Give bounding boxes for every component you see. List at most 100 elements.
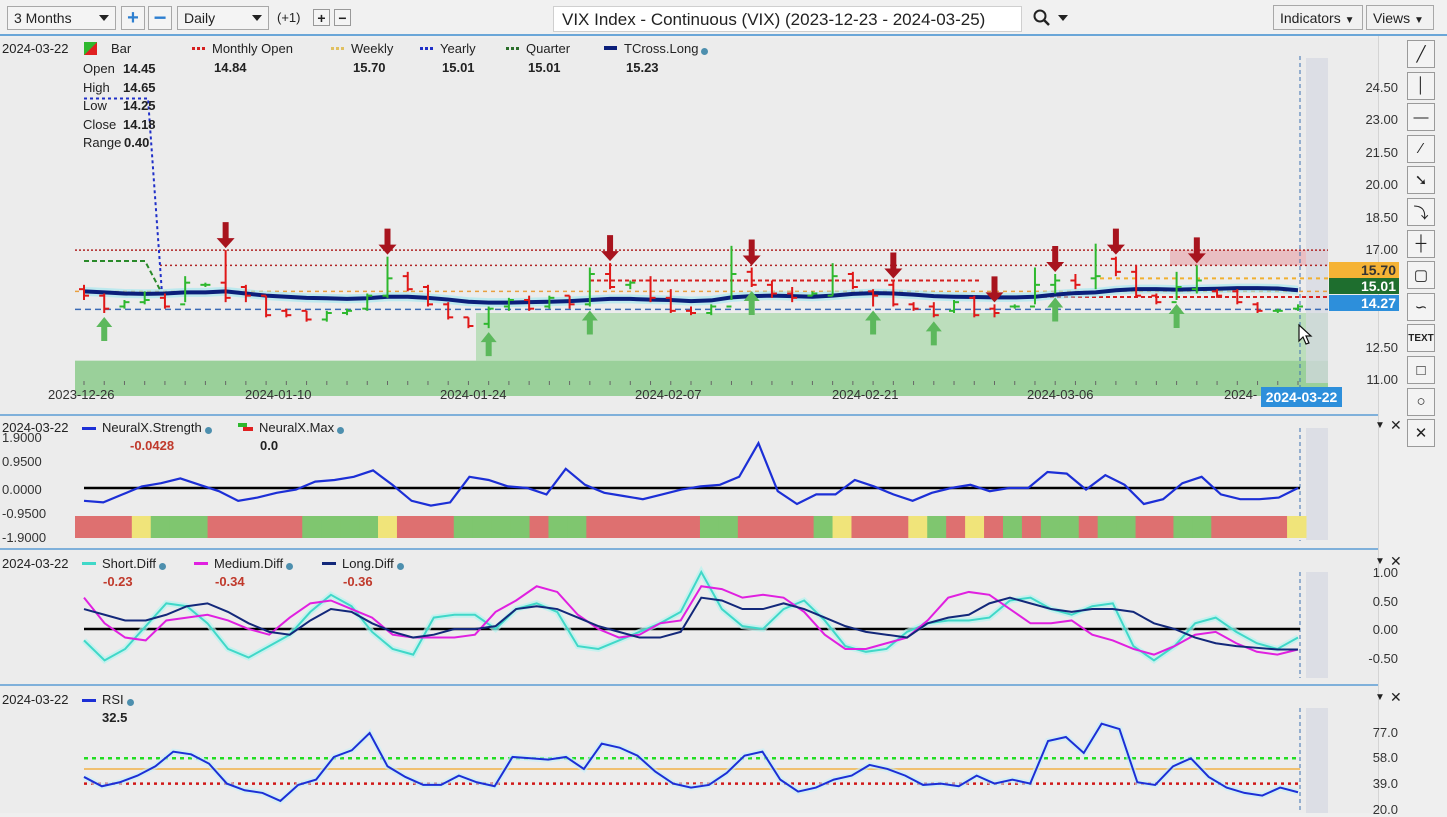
tool-rectangle-icon[interactable]: □ (1407, 356, 1435, 384)
neuralx-max-block (718, 516, 739, 538)
tool-close-icon[interactable]: ✕ (1407, 419, 1435, 448)
offset-label: (+1) (277, 10, 301, 25)
diff-chart[interactable] (0, 550, 1378, 684)
tool-ray-icon[interactable]: ⁄ (1407, 134, 1435, 163)
legend-value: 15.23 (626, 60, 659, 75)
bar-type-label: Bar (111, 41, 132, 56)
tool-step-icon[interactable]: ⤵ (1407, 198, 1435, 226)
sell-arrow-icon (378, 228, 397, 255)
pane-close-icon[interactable]: ✕ (1390, 689, 1402, 706)
tool-curve-icon[interactable]: ∽ (1407, 292, 1435, 321)
tool-horizontal-line-icon[interactable]: — (1407, 103, 1435, 132)
settings-dot-icon[interactable] (286, 563, 294, 570)
neuralx-max-block (131, 516, 152, 538)
date-axis-label: 2024-03-06 (1027, 387, 1094, 402)
future-column (1306, 572, 1328, 678)
range-select[interactable]: 3 Months (7, 6, 116, 30)
rsi-chart[interactable] (0, 686, 1378, 813)
legend-label: Quarter (526, 41, 571, 56)
neuralx-max-block (699, 516, 720, 538)
neural-axis-label: -1.9000 (2, 530, 47, 545)
zoom-in-button[interactable]: + (121, 6, 145, 30)
step-minus-button[interactable]: − (334, 9, 351, 26)
bar-type-icon (84, 42, 97, 55)
cursor-date-tag: 2024-03-22 (1261, 387, 1342, 407)
neuralx-max-block (1173, 516, 1193, 538)
neuralx-max-block (737, 516, 758, 538)
diff-axis-label: 0.00 (1372, 622, 1398, 637)
settings-dot-icon[interactable] (396, 563, 404, 570)
neuralx-max-block (1135, 516, 1155, 538)
neuralx-max-block (453, 516, 474, 538)
price-pane[interactable]: 2024-03-22 Bar Open 14.45 High 14.65 Low 14.2… (0, 38, 1399, 414)
neuralx-max-block (832, 516, 852, 538)
neural-axis-label: -0.9500 (2, 506, 47, 521)
neuralx-max-block (1211, 516, 1231, 538)
neuralx-max-block (1287, 516, 1307, 538)
tool-text-icon[interactable]: TEXT (1407, 324, 1435, 353)
pane-menu-icon[interactable]: ▼ (1375, 692, 1385, 703)
settings-dot-icon[interactable] (204, 427, 212, 434)
neuralx-max-block (1268, 516, 1288, 538)
dashed-line-icon (331, 47, 344, 50)
zoom-out-button[interactable]: − (148, 5, 172, 30)
settings-dot-icon[interactable] (126, 699, 134, 706)
ohlc-bar (605, 263, 616, 290)
ohlc-label: Close (83, 116, 117, 132)
settings-dot-icon[interactable] (701, 48, 709, 55)
ohlc-bar (321, 310, 332, 322)
step-plus-button[interactable]: + (313, 9, 330, 26)
rsi-pane[interactable]: 2024-03-22 RSI 32.5 77.0 58.0 39.0 20.0 ▼ ✕ (0, 686, 1402, 817)
rsi-axis-label: 58.0 (1372, 750, 1398, 765)
ohlc-value: 0.40 (124, 135, 150, 150)
ohlc-bar (1070, 274, 1081, 290)
interval-select[interactable]: Daily (177, 6, 269, 30)
ohlc-bar (1009, 304, 1020, 309)
indicators-button[interactable]: Indicators ▼ (1273, 5, 1363, 30)
search-options-chevron-icon[interactable] (1058, 15, 1068, 21)
tool-vertical-line-icon[interactable]: │ (1407, 71, 1435, 100)
ohlc-bar (1151, 293, 1162, 305)
series-line-icon (82, 562, 96, 565)
date-axis-label: 2023-12-26 (48, 387, 115, 402)
neuralx-max-block (340, 516, 360, 538)
legend-value: -0.36 (343, 574, 373, 589)
settings-dot-icon[interactable] (158, 563, 166, 570)
ohlc-bar (1252, 302, 1263, 313)
pane-menu-icon[interactable]: ▼ (1375, 556, 1385, 567)
legend-label: Medium.Diff (214, 556, 294, 571)
legend-label: Yearly (440, 41, 476, 56)
diff-pane[interactable]: 2024-03-22 Short.Diff -0.23 Medium.Diff -0.… (0, 550, 1402, 684)
neuralx-max-block (169, 516, 190, 538)
series-line-icon (194, 562, 208, 565)
toolbar: 3 Months + − Daily (+1) + − VIX Index - … (0, 0, 1447, 36)
chevron-down-icon: ▼ (1413, 15, 1424, 26)
ohlc-label: Open (83, 61, 115, 76)
price-chart[interactable] (0, 38, 1378, 414)
pane-menu-icon[interactable]: ▼ (1375, 420, 1385, 431)
future-column (1306, 428, 1328, 540)
tool-pitchfork-icon[interactable]: ➘ (1407, 166, 1435, 195)
pane-close-icon[interactable]: ✕ (1390, 417, 1402, 434)
tool-callout-icon[interactable]: ▢ (1407, 261, 1435, 290)
rsi-label: RSI (102, 692, 124, 707)
neuralx-max-block (965, 516, 985, 538)
settings-dot-icon[interactable] (337, 427, 345, 434)
ohlc-value: 14.25 (123, 98, 156, 113)
rsi-line-icon (82, 699, 96, 702)
pane-close-icon[interactable]: ✕ (1390, 553, 1402, 570)
ohlc-bar (949, 300, 960, 313)
symbol-title-input[interactable]: VIX Index - Continuous (VIX) (2023-12-23… (553, 6, 1022, 32)
legend-label: Weekly (351, 41, 394, 56)
tool-ellipse-icon[interactable]: ○ (1407, 387, 1435, 416)
neuralx-max-block (1249, 516, 1269, 538)
price-tag: 15.70 (1329, 262, 1399, 278)
tool-crosshair-icon[interactable]: ┼ (1407, 229, 1435, 258)
neuralx-max-block (472, 516, 493, 538)
views-button[interactable]: Views ▼ (1366, 5, 1434, 30)
neuralx-pane[interactable]: 2024-03-22 NeuralX.Strength -0.0428 Neur… (0, 416, 1402, 548)
neuralx-chart[interactable] (0, 416, 1378, 548)
search-icon[interactable] (1032, 8, 1054, 28)
tool-trend-line-icon[interactable]: ╱ (1407, 40, 1435, 68)
price-axis-label: 20.00 (1365, 177, 1398, 193)
